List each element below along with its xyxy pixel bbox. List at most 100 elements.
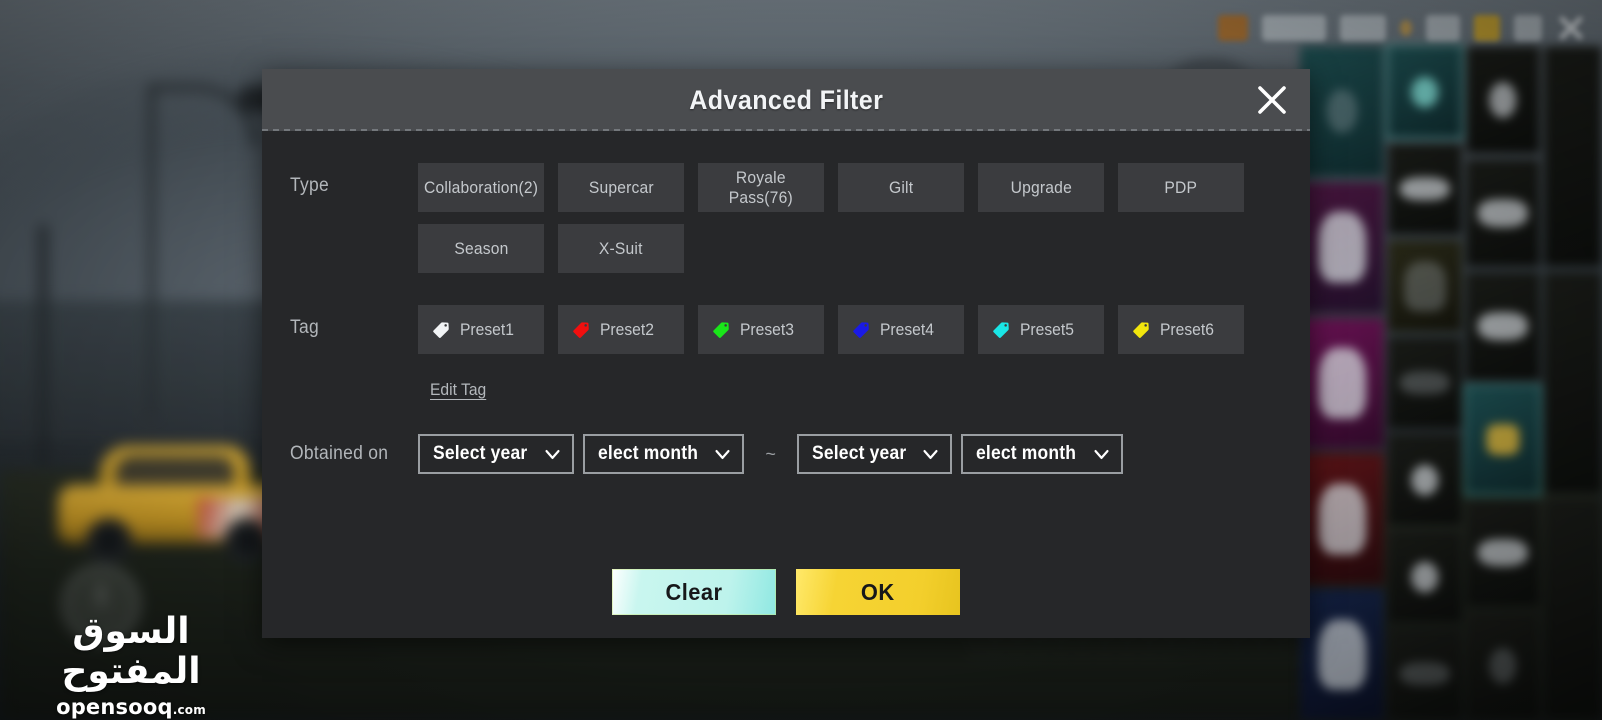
to-month-select[interactable]: elect month bbox=[961, 434, 1124, 474]
type-option-gilt[interactable]: Gilt bbox=[838, 163, 964, 212]
inventory-tile bbox=[1300, 589, 1384, 720]
gold-icon bbox=[1474, 15, 1500, 41]
tag-option-preset1[interactable]: Preset1 bbox=[418, 305, 544, 354]
inventory-tile bbox=[1466, 272, 1540, 381]
tag-option-label: Preset4 bbox=[880, 319, 934, 339]
clear-button[interactable]: Clear bbox=[612, 569, 776, 615]
dialog-footer: Clear OK bbox=[262, 569, 1310, 615]
to-month-value: elect month bbox=[976, 443, 1077, 464]
close-button[interactable] bbox=[1250, 78, 1294, 122]
tag-option-preset3[interactable]: Preset3 bbox=[698, 305, 824, 354]
from-month-value: elect month bbox=[597, 443, 698, 464]
edit-tag-link[interactable]: Edit Tag bbox=[430, 380, 486, 400]
currency-amount bbox=[1426, 15, 1460, 41]
type-option-upgrade[interactable]: Upgrade bbox=[978, 163, 1104, 212]
opensooq-watermark: السوق المفتوح opensooq.com bbox=[16, 611, 246, 720]
type-option-label: Collaboration(2) bbox=[423, 177, 539, 197]
ok-button-label: OK bbox=[861, 578, 895, 605]
screen: السوق المفتوح opensooq.com Advanced Filt… bbox=[0, 0, 1602, 720]
currency-amount bbox=[1262, 15, 1326, 41]
game-close-icon[interactable] bbox=[1556, 13, 1586, 43]
type-row-label: Type bbox=[290, 175, 330, 196]
obtained-on-row: Obtained on Select year elect month ~ Se… bbox=[262, 434, 1310, 474]
type-option-label: Royale Pass(76) bbox=[728, 168, 794, 207]
dialog-body: Type Collaboration(2) Supercar Royale Pa… bbox=[262, 131, 1310, 638]
inventory-tile bbox=[1466, 498, 1540, 607]
type-option-label: Gilt bbox=[888, 177, 914, 197]
advanced-filter-dialog: Advanced Filter Type Collaboration(2) Su… bbox=[262, 69, 1310, 638]
tag-option-label: Preset3 bbox=[740, 319, 794, 339]
inventory-tile bbox=[1544, 272, 1602, 494]
tag-option-label: Preset6 bbox=[1160, 319, 1214, 339]
date-range-separator: ~ bbox=[765, 444, 776, 464]
type-option-label: Season bbox=[453, 238, 509, 258]
inventory-tile bbox=[1300, 317, 1384, 449]
type-option-label: Supercar bbox=[588, 177, 654, 197]
close-icon bbox=[1258, 86, 1286, 114]
watermark-tld: .com bbox=[172, 703, 206, 718]
watermark-arabic: السوق المفتوح bbox=[61, 611, 201, 692]
chevron-down-icon bbox=[923, 449, 939, 459]
type-option-royale-pass[interactable]: Royale Pass(76) bbox=[698, 163, 824, 212]
inventory-tile bbox=[1544, 46, 1602, 268]
inventory-grid bbox=[1300, 44, 1602, 720]
type-option-collaboration[interactable]: Collaboration(2) bbox=[418, 163, 544, 212]
inventory-tile bbox=[1466, 159, 1540, 268]
from-month-select[interactable]: elect month bbox=[582, 434, 745, 474]
date-range-controls: Select year elect month ~ Select year el… bbox=[418, 434, 1124, 474]
to-year-value: Select year bbox=[811, 443, 907, 464]
currency-amount bbox=[1514, 15, 1542, 41]
dialog-header: Advanced Filter bbox=[262, 69, 1310, 131]
chevron-down-icon bbox=[715, 449, 730, 459]
fence bbox=[0, 300, 280, 440]
type-option-supercar[interactable]: Supercar bbox=[558, 163, 684, 212]
inventory-tile bbox=[1388, 240, 1462, 332]
type-option-label: PDP bbox=[1164, 177, 1198, 197]
inventory-tile bbox=[1464, 383, 1542, 496]
type-option-x-suit[interactable]: X-Suit bbox=[558, 224, 684, 273]
clear-button-label: Clear bbox=[665, 578, 723, 605]
inventory-tile bbox=[1544, 498, 1602, 720]
inventory-tile bbox=[1386, 44, 1464, 140]
chevron-down-icon bbox=[545, 449, 560, 459]
inventory-tile bbox=[1466, 611, 1540, 720]
inventory-tile bbox=[1388, 337, 1462, 429]
tag-option-label: Preset5 bbox=[1020, 319, 1074, 339]
tag-option-preset4[interactable]: Preset4 bbox=[838, 305, 964, 354]
tag-icon bbox=[433, 321, 449, 338]
inventory-tile bbox=[1300, 46, 1384, 177]
tag-option-label: Preset1 bbox=[460, 319, 514, 339]
tag-icon bbox=[853, 321, 869, 338]
from-year-select[interactable]: Select year bbox=[418, 434, 574, 474]
type-filter-row: Type Collaboration(2) Supercar Royale Pa… bbox=[262, 163, 1310, 273]
obtained-on-label: Obtained on bbox=[290, 443, 389, 464]
inventory-tile bbox=[1300, 453, 1384, 585]
type-options: Collaboration(2) Supercar Royale Pass(76… bbox=[418, 163, 1282, 273]
chevron-down-icon bbox=[1094, 449, 1109, 459]
dialog-title: Advanced Filter bbox=[689, 84, 883, 115]
inventory-tile bbox=[1466, 46, 1540, 155]
tag-option-preset5[interactable]: Preset5 bbox=[978, 305, 1104, 354]
to-year-select[interactable]: Select year bbox=[796, 434, 953, 474]
watermark-brand-name: opensooq bbox=[56, 695, 173, 720]
currency-amount bbox=[1340, 15, 1386, 41]
inventory-tile bbox=[1388, 434, 1462, 526]
tag-icon bbox=[713, 321, 729, 338]
inventory-tile bbox=[1388, 143, 1462, 235]
inventory-tile bbox=[1300, 181, 1384, 313]
tag-icon bbox=[993, 321, 1009, 338]
type-option-pdp[interactable]: PDP bbox=[1118, 163, 1244, 212]
currency-icon bbox=[1218, 15, 1248, 41]
tag-filter-row: Tag Preset1 Preset2 Preset3 Preset4 Pres… bbox=[262, 305, 1310, 400]
type-option-label: X-Suit bbox=[599, 238, 643, 258]
tag-option-preset2[interactable]: Preset2 bbox=[558, 305, 684, 354]
tag-icon bbox=[1133, 321, 1149, 338]
tag-option-preset6[interactable]: Preset6 bbox=[1118, 305, 1244, 354]
tag-icon bbox=[573, 321, 589, 338]
ok-button[interactable]: OK bbox=[796, 569, 960, 615]
tag-option-label: Preset2 bbox=[600, 319, 654, 339]
type-option-season[interactable]: Season bbox=[418, 224, 544, 273]
watermark-brand: opensooq.com bbox=[16, 695, 246, 719]
game-top-bar bbox=[1218, 8, 1586, 48]
from-year-value: Select year bbox=[433, 443, 528, 464]
